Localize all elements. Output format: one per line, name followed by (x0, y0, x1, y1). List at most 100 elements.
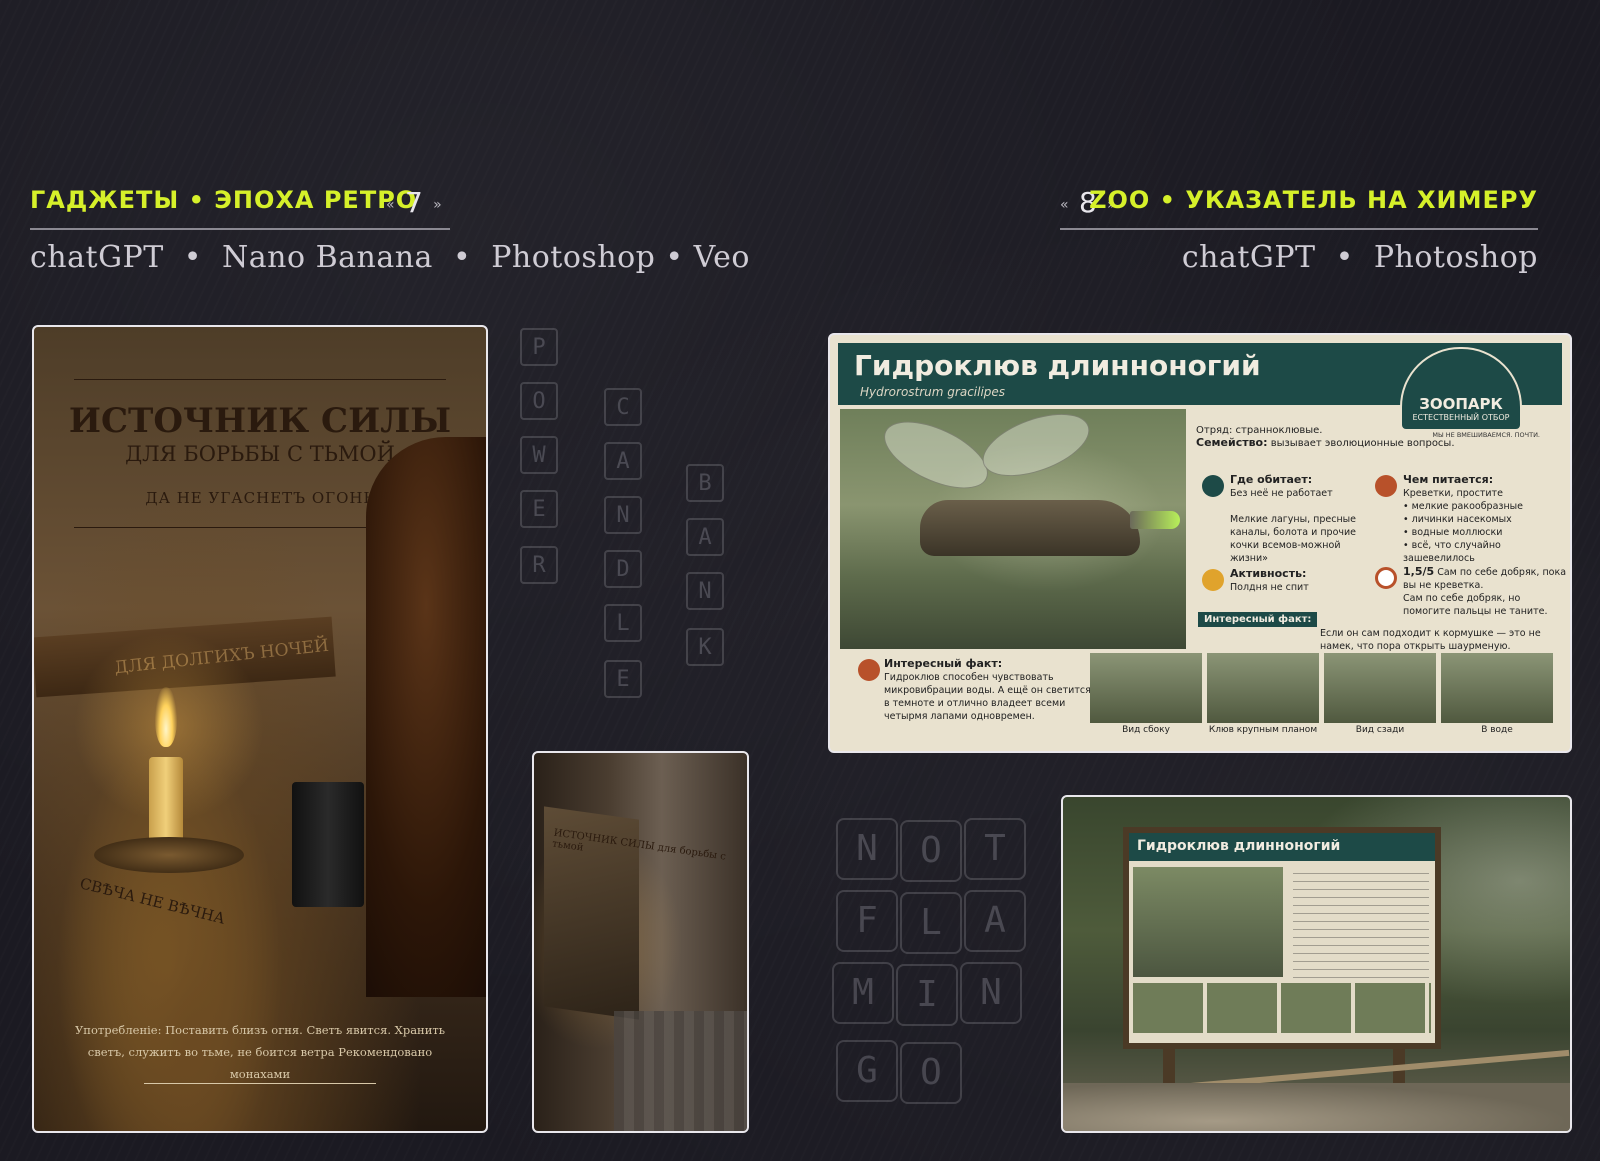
food-title: Чем питается: (1403, 473, 1494, 486)
board-thumb-strip (1133, 983, 1431, 1033)
right-tools-list: chatGPT • Photoshop (1182, 240, 1538, 275)
chevron-right-icon: » (433, 197, 443, 213)
stamp-letter: R (520, 546, 558, 584)
stamp-letter: N (686, 572, 724, 610)
tool-label: Photoshop (491, 240, 656, 275)
stamp-letter: O (520, 382, 558, 420)
logo-subtitle: ЕСТЕСТВЕННЫЙ ОТБОР (1412, 413, 1510, 422)
stamp-letter: N (836, 818, 898, 880)
food-sub: Креветки, простите (1403, 488, 1503, 499)
stamp-letter: F (836, 890, 898, 952)
candle-icon (149, 757, 183, 847)
candle-powerbank-poster[interactable]: ИСТОЧНИК СИЛЫ ДЛЯ БОРЬБЫ С ТЬМОЙ ДА НЕ У… (32, 325, 488, 1133)
fact-text: Гидроклюв способен чувствовать микровибр… (884, 672, 1091, 722)
wing-icon (974, 401, 1098, 489)
stamp-letter: L (900, 892, 962, 954)
family-label: Семейство: (1196, 436, 1268, 449)
stamp-letter: O (900, 1042, 962, 1104)
stamp-letter: C (604, 388, 642, 426)
thumb-image (1324, 653, 1436, 723)
stamp-letter: W (520, 436, 558, 474)
food-item-text: личинки насекомых (1411, 514, 1512, 525)
stamp-letter: I (896, 964, 958, 1026)
activity-title: Активность: (1230, 567, 1307, 580)
left-header-rule (30, 228, 450, 230)
water-drop-icon (1202, 475, 1224, 497)
wing-icon (874, 407, 998, 503)
chevron-left-icon: « (386, 197, 396, 213)
order-text: Отряд: странноклювые. (1196, 425, 1323, 436)
right-header-rule (1060, 228, 1538, 230)
hydrorostrum-creature (920, 500, 1140, 556)
sign-title: Гидроклюв длинноногий (854, 349, 1261, 382)
stamp-letter: D (604, 550, 642, 588)
food-item-text: всё, что случайно зашевелилось (1403, 540, 1501, 564)
stamp-letter: A (604, 442, 642, 480)
fact-badge-text: Если он сам подходит к кормушке — это не… (1320, 628, 1541, 652)
thumb-caption: Вид сбоку (1122, 725, 1170, 735)
zoo-sign-design[interactable]: Гидроклюв длинноногий Hydrorostrum graci… (828, 333, 1572, 753)
separator-dot-icon: • (1325, 240, 1364, 275)
candle-holder (94, 837, 244, 873)
thumb-caption: В воде (1481, 725, 1513, 735)
rocks-ground (1063, 1083, 1570, 1131)
habitat-block: Где обитает: Без неё не работает Мелкие … (1230, 473, 1380, 565)
left-category-title: ГАДЖЕТЫ • ЭПОХА РЕТРО (30, 186, 417, 214)
separator-dot-icon: • (655, 240, 694, 275)
cobblestone-street (614, 1011, 747, 1131)
stamp-letter: A (686, 518, 724, 556)
fact-badge: Интересный факт: (1198, 612, 1318, 627)
stamp-letter: B (686, 464, 724, 502)
stamp-letter: L (604, 604, 642, 642)
fact-block: Интересный факт: Гидроклюв способен чувс… (884, 657, 1094, 723)
activity-block: Активность: Полдня не спит (1230, 567, 1370, 594)
stamp-letter: E (520, 490, 558, 528)
paw-icon (1375, 567, 1397, 589)
tool-label: chatGPT (30, 240, 164, 275)
alley-poster-mockup[interactable]: ИСТОЧНИК СИЛЫ для борьбы с тьмой (532, 751, 749, 1133)
flame-icon (155, 687, 177, 747)
thumb-image (1207, 653, 1319, 723)
food-item: • водные моллюски (1403, 527, 1503, 538)
tool-label: Nano Banana (222, 240, 433, 275)
separator-dot-icon: • (442, 240, 482, 275)
rating-value: 1,5/5 (1403, 565, 1435, 578)
food-item-text: мелкие ракообразные (1411, 501, 1524, 512)
rating-text-2: Сам по себе добряк, но помогите пальцы н… (1403, 593, 1548, 617)
tool-label: Photoshop (1373, 240, 1538, 275)
fact-title: Интересный факт: (884, 657, 1003, 670)
sign-latin-name: Hydrorostrum gracilipes (860, 385, 1006, 399)
stamp-letter: P (520, 328, 558, 366)
left-number: 7 (404, 186, 424, 219)
food-item: • всё, что случайно зашевелилось (1403, 540, 1501, 564)
chevron-left-icon: « (1060, 197, 1070, 213)
stamp-letter: A (964, 890, 1026, 952)
poster-usage-text: Употребленіе: Поставить близъ огня. Свет… (74, 1023, 446, 1081)
family-value: вызывает эволюционные вопросы. (1270, 438, 1455, 449)
thumb-caption: Клюв крупным планом (1208, 725, 1318, 735)
stamp-letter: O (900, 820, 962, 882)
left-project-number: « 7 » (386, 186, 443, 219)
left-tools-list: chatGPT • Nano Banana • Photoshop • Veo (30, 240, 750, 275)
tool-label: chatGPT (1181, 240, 1316, 275)
sign-bottom-strip: Интересный факт: Гидроклюв способен чувс… (840, 653, 1560, 741)
powerbank-icon (292, 782, 364, 907)
food-item: • мелкие ракообразные (1403, 501, 1524, 512)
stamp-letter: E (604, 660, 642, 698)
stamp-letter: M (832, 962, 894, 1024)
left-category-text: ГАДЖЕТЫ • ЭПОХА РЕТРО (30, 186, 418, 214)
thumb-image (1090, 653, 1202, 723)
taxonomy-info: Отряд: странноклювые. Семейство: вызывае… (1196, 425, 1556, 449)
food-item: • личинки насекомых (1403, 514, 1512, 525)
stamp-letter: N (604, 496, 642, 534)
logo-title: ЗООПАРК (1419, 395, 1503, 413)
table-inscription: СВѢЧА НЕ ВѢЧНА (78, 874, 227, 928)
habitat-title: Где обитает: (1230, 473, 1313, 486)
zoo-sign-scene-mockup[interactable]: Гидроклюв длинноногий (1061, 795, 1572, 1133)
poster-title: ИСТОЧНИК СИЛЫ (68, 401, 452, 441)
separator-dot-icon: • (173, 240, 213, 275)
stamp-letter: T (964, 818, 1026, 880)
activity-text: Полдня не спит (1230, 582, 1309, 593)
board-title: Гидроклюв длинноногий (1137, 838, 1341, 854)
shrimp-icon (1375, 475, 1397, 497)
